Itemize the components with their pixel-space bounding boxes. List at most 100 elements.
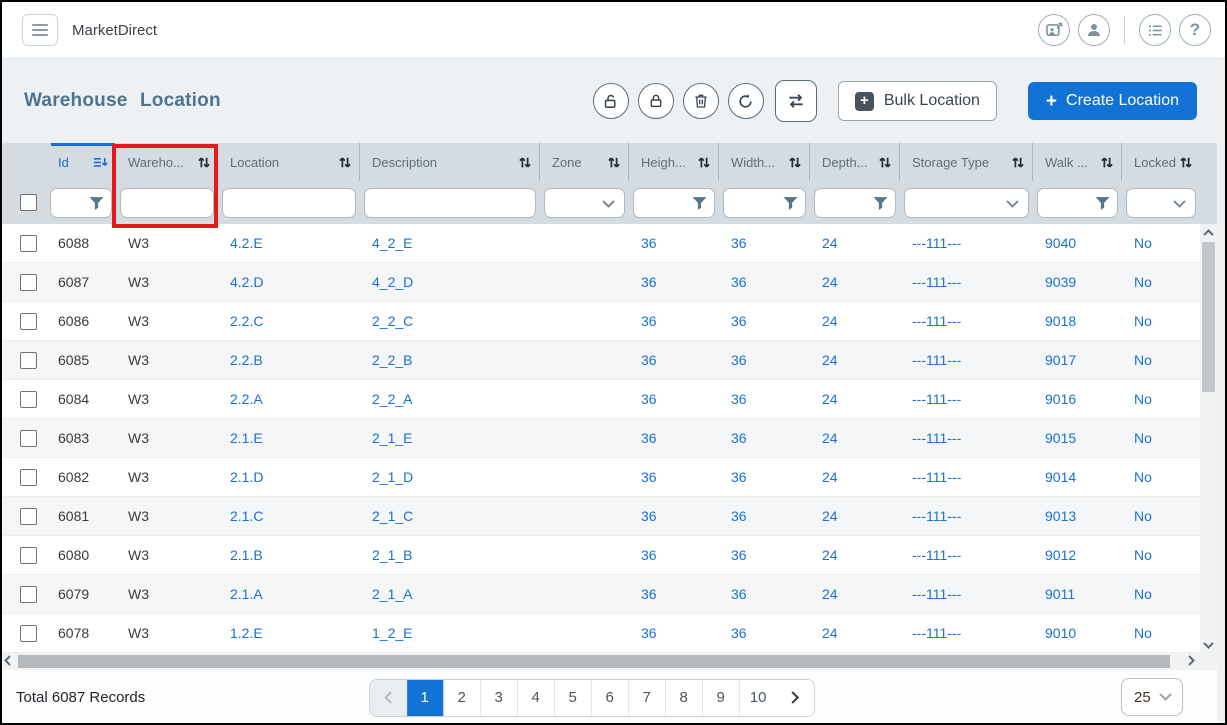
- sort-icon[interactable]: [788, 155, 802, 170]
- cell-walk[interactable]: 9016: [1045, 391, 1076, 407]
- filter-input-height[interactable]: [633, 188, 715, 218]
- cell-height[interactable]: 36: [641, 469, 657, 485]
- cell-height[interactable]: 36: [641, 391, 657, 407]
- page-button-5[interactable]: 5: [555, 680, 592, 716]
- row-checkbox[interactable]: [20, 274, 37, 291]
- row-checkbox[interactable]: [20, 352, 37, 369]
- cell-location[interactable]: 2.2.B: [230, 352, 263, 368]
- cell-locked[interactable]: No: [1134, 508, 1152, 524]
- filter-input-walk[interactable]: [1037, 188, 1118, 218]
- filter-select-zone[interactable]: [544, 188, 625, 218]
- cell-locked[interactable]: No: [1134, 274, 1152, 290]
- cell-description[interactable]: 2_1_C: [372, 508, 413, 524]
- cell-storage_type[interactable]: ---111---: [912, 391, 961, 407]
- refresh-button[interactable]: [728, 83, 764, 119]
- column-header-warehouse[interactable]: Wareho...: [116, 143, 218, 181]
- cell-locked[interactable]: No: [1134, 430, 1152, 446]
- cell-locked[interactable]: No: [1134, 469, 1152, 485]
- column-header-width[interactable]: Width...: [719, 143, 810, 181]
- help-button[interactable]: ?: [1179, 14, 1211, 46]
- cell-description[interactable]: 4_2_D: [372, 274, 413, 290]
- sort-icon[interactable]: [697, 155, 711, 170]
- filter-select-storage-type[interactable]: [904, 188, 1029, 218]
- column-header-description[interactable]: Description: [360, 143, 540, 181]
- column-header-walk[interactable]: Walk ...: [1033, 143, 1122, 181]
- list-menu-button[interactable]: [1139, 14, 1171, 46]
- cell-depth[interactable]: 24: [822, 547, 838, 563]
- filter-input-description[interactable]: [364, 188, 536, 218]
- cell-storage_type[interactable]: ---111---: [912, 469, 961, 485]
- page-button-1[interactable]: 1: [407, 680, 444, 716]
- cell-locked[interactable]: No: [1134, 586, 1152, 602]
- cell-location[interactable]: 2.2.C: [230, 313, 263, 329]
- row-checkbox[interactable]: [20, 391, 37, 408]
- sort-icon[interactable]: [518, 155, 532, 170]
- column-header-storage-type[interactable]: Storage Type: [900, 143, 1033, 181]
- column-header-id[interactable]: Id: [46, 143, 116, 181]
- cell-depth[interactable]: 24: [822, 274, 838, 290]
- cell-width[interactable]: 36: [731, 469, 747, 485]
- column-header-locked[interactable]: Locked: [1122, 143, 1200, 181]
- column-header-height[interactable]: Heigh...: [629, 143, 719, 181]
- next-page-button[interactable]: [777, 680, 814, 716]
- cell-storage_type[interactable]: ---111---: [912, 430, 961, 446]
- column-header-location[interactable]: Location: [218, 143, 360, 181]
- delete-button[interactable]: [683, 83, 719, 119]
- column-header-zone[interactable]: Zone: [540, 143, 629, 181]
- cell-height[interactable]: 36: [641, 235, 657, 251]
- cell-walk[interactable]: 9014: [1045, 469, 1076, 485]
- cell-storage_type[interactable]: ---111---: [912, 586, 961, 602]
- filter-input-depth[interactable]: [814, 188, 896, 218]
- filter-input-location[interactable]: [222, 188, 356, 218]
- cell-width[interactable]: 36: [731, 625, 747, 641]
- user-account-button[interactable]: [1078, 14, 1110, 46]
- row-checkbox[interactable]: [20, 586, 37, 603]
- cell-description[interactable]: 1_2_E: [372, 625, 412, 641]
- cell-height[interactable]: 36: [641, 547, 657, 563]
- filter-input-id[interactable]: [50, 188, 112, 218]
- unlock-button[interactable]: [593, 83, 629, 119]
- create-location-button[interactable]: + Create Location: [1028, 82, 1197, 120]
- cell-storage_type[interactable]: ---111---: [912, 235, 961, 251]
- row-checkbox[interactable]: [20, 625, 37, 642]
- cell-height[interactable]: 36: [641, 625, 657, 641]
- bulk-location-button[interactable]: + Bulk Location: [838, 81, 997, 121]
- cell-depth[interactable]: 24: [822, 430, 838, 446]
- cell-height[interactable]: 36: [641, 430, 657, 446]
- filter-funnel-icon[interactable]: [783, 196, 798, 211]
- page-button-6[interactable]: 6: [592, 680, 629, 716]
- sort-icon[interactable]: [1011, 155, 1025, 170]
- cell-depth[interactable]: 24: [822, 625, 838, 641]
- cell-description[interactable]: 2_1_D: [372, 469, 413, 485]
- cell-width[interactable]: 36: [731, 352, 747, 368]
- hamburger-menu-button[interactable]: [22, 14, 58, 46]
- page-button-2[interactable]: 2: [444, 680, 481, 716]
- filter-funnel-icon[interactable]: [1095, 196, 1110, 211]
- cell-locked[interactable]: No: [1134, 235, 1152, 251]
- cell-depth[interactable]: 24: [822, 391, 838, 407]
- cell-description[interactable]: 2_1_E: [372, 430, 412, 446]
- cell-walk[interactable]: 9040: [1045, 235, 1076, 251]
- cell-storage_type[interactable]: ---111---: [912, 547, 961, 563]
- page-button-8[interactable]: 8: [666, 680, 703, 716]
- horizontal-scrollbar[interactable]: [2, 653, 1217, 670]
- page-button-7[interactable]: 7: [629, 680, 666, 716]
- row-checkbox[interactable]: [20, 430, 37, 447]
- cell-height[interactable]: 36: [641, 352, 657, 368]
- cell-width[interactable]: 36: [731, 313, 747, 329]
- cell-storage_type[interactable]: ---111---: [912, 508, 961, 524]
- cell-location[interactable]: 2.2.A: [230, 391, 263, 407]
- filter-input-width[interactable]: [723, 188, 806, 218]
- cell-locked[interactable]: No: [1134, 547, 1152, 563]
- select-all-checkbox[interactable]: [20, 194, 37, 211]
- page-button-10[interactable]: 10: [740, 680, 777, 716]
- cell-location[interactable]: 1.2.E: [230, 625, 263, 641]
- cell-height[interactable]: 36: [641, 508, 657, 524]
- cell-locked[interactable]: No: [1134, 625, 1152, 641]
- sort-icon[interactable]: [607, 155, 621, 170]
- screen-share-button[interactable]: [1038, 14, 1070, 46]
- cell-height[interactable]: 36: [641, 313, 657, 329]
- cell-walk[interactable]: 9013: [1045, 508, 1076, 524]
- cell-width[interactable]: 36: [731, 508, 747, 524]
- scroll-right-icon[interactable]: [1188, 655, 1195, 666]
